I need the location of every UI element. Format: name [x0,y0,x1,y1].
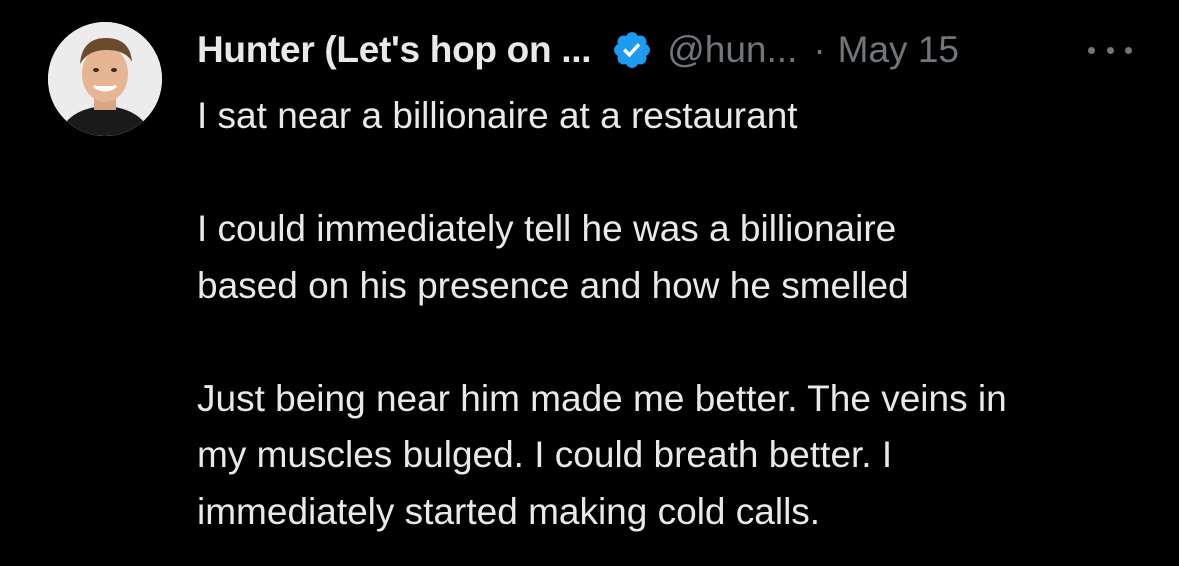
tweet-line: my muscles bulged. I could breath better… [197,434,893,475]
tweet-line: based on his presence and how he smelled [197,264,909,306]
author-display-name[interactable]: Hunter (Let's hop on ... [197,29,591,71]
separator-dot: · [813,29,826,70]
verified-badge-icon[interactable] [611,29,653,71]
tweet-date[interactable]: May 15 [838,29,959,71]
tweet-paragraph: I sat near a billionaire at a restaurant [197,88,1157,145]
more-dot [1088,46,1095,54]
more-options-icon[interactable] [1088,38,1132,62]
tweet-line: immediately started making cold calls. [197,490,821,532]
tweet-header: Hunter (Let's hop on ... @hun... · May 1… [197,22,1147,78]
tweet[interactable]: Hunter (Let's hop on ... @hun... · May 1… [0,0,1179,566]
tweet-paragraph: I could immediately tell he was a billio… [197,201,1157,314]
avatar[interactable] [48,22,162,136]
tweet-text: I sat near a billionaire at a restaurant… [197,88,1157,540]
avatar-image [48,22,162,136]
tweet-line: I could immediately tell he was a billio… [197,208,897,249]
author-handle[interactable]: @hun... [667,29,797,71]
more-dot [1125,46,1132,54]
tweet-line: Just being near him made me better. The … [197,377,1007,419]
tweet-paragraph: Just being near him made me better. The … [197,371,1157,541]
more-dot [1106,46,1114,54]
tweet-line: I sat near a billionaire at a restaurant [197,95,798,136]
